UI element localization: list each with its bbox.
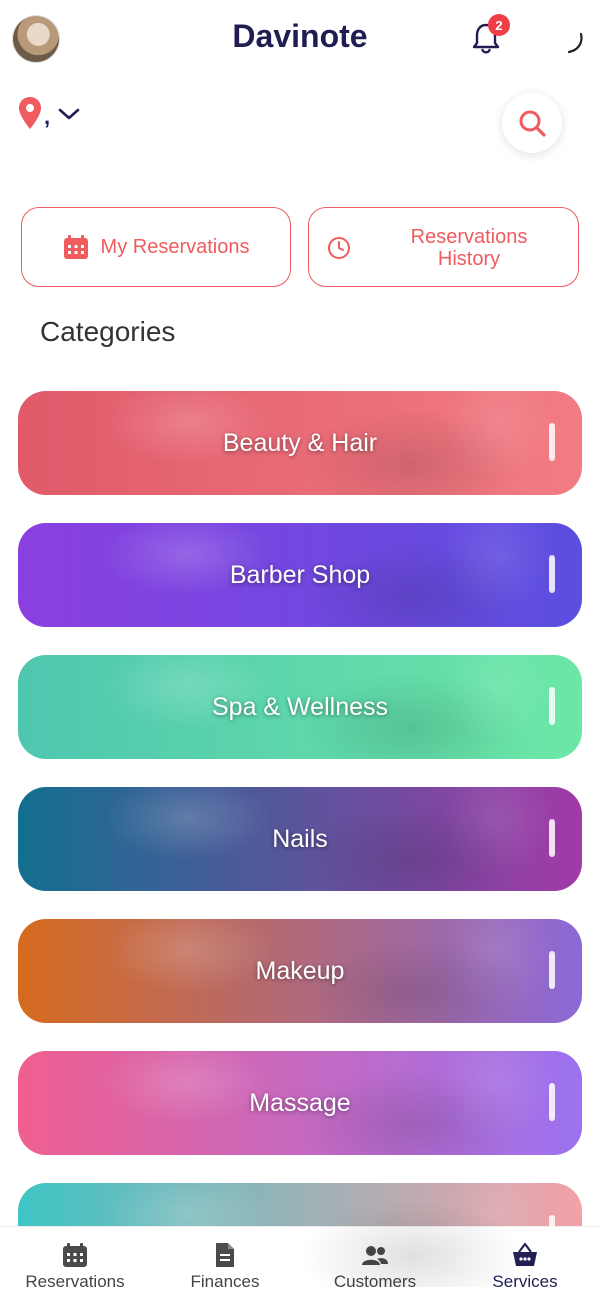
category-card[interactable]: Makeup <box>18 919 582 1023</box>
category-handle <box>549 1215 555 1253</box>
category-label: Beauty & Hair <box>222 428 378 457</box>
category-handle <box>549 687 555 725</box>
reservations-history-label: Reservations History <box>410 226 528 270</box>
category-label: Barber Shop <box>229 560 371 589</box>
chevron-down-icon[interactable] <box>58 106 80 122</box>
category-card[interactable]: Spa & Wellness <box>18 655 582 759</box>
category-image <box>18 1183 582 1287</box>
calendar-icon <box>63 235 88 259</box>
app-header: Davinote 2 <box>0 0 600 80</box>
category-label: Spa & Wellness <box>211 692 388 721</box>
loading-spinner-icon <box>567 32 583 54</box>
category-card[interactable]: Nails <box>18 787 582 891</box>
category-handle <box>549 951 555 989</box>
categories-title: Categories <box>40 316 176 347</box>
location-pin-icon <box>19 97 41 129</box>
notification-badge: 2 <box>488 14 510 36</box>
my-reservations-button[interactable]: My Reservations <box>21 207 291 287</box>
location-selector[interactable]: , <box>18 96 218 136</box>
category-card[interactable]: Beauty & Hair <box>18 391 582 495</box>
category-handle <box>549 423 555 461</box>
app-title: Davinote <box>232 18 368 54</box>
my-reservations-label: My Reservations <box>100 235 250 258</box>
search-icon <box>519 110 546 137</box>
category-handle <box>549 819 555 857</box>
location-text: , <box>44 104 51 129</box>
category-label: Makeup <box>255 956 345 985</box>
category-card[interactable]: Massage <box>18 1051 582 1155</box>
category-label: Nails <box>272 824 328 853</box>
category-handle <box>549 555 555 593</box>
category-handle <box>549 1083 555 1121</box>
reservations-history-button[interactable]: Reservations History <box>308 207 579 287</box>
search-button[interactable] <box>502 93 562 153</box>
category-card[interactable]: Barber Shop <box>18 523 582 627</box>
clock-icon <box>328 237 350 259</box>
category-card[interactable] <box>18 1183 582 1287</box>
category-label: Massage <box>249 1088 351 1117</box>
